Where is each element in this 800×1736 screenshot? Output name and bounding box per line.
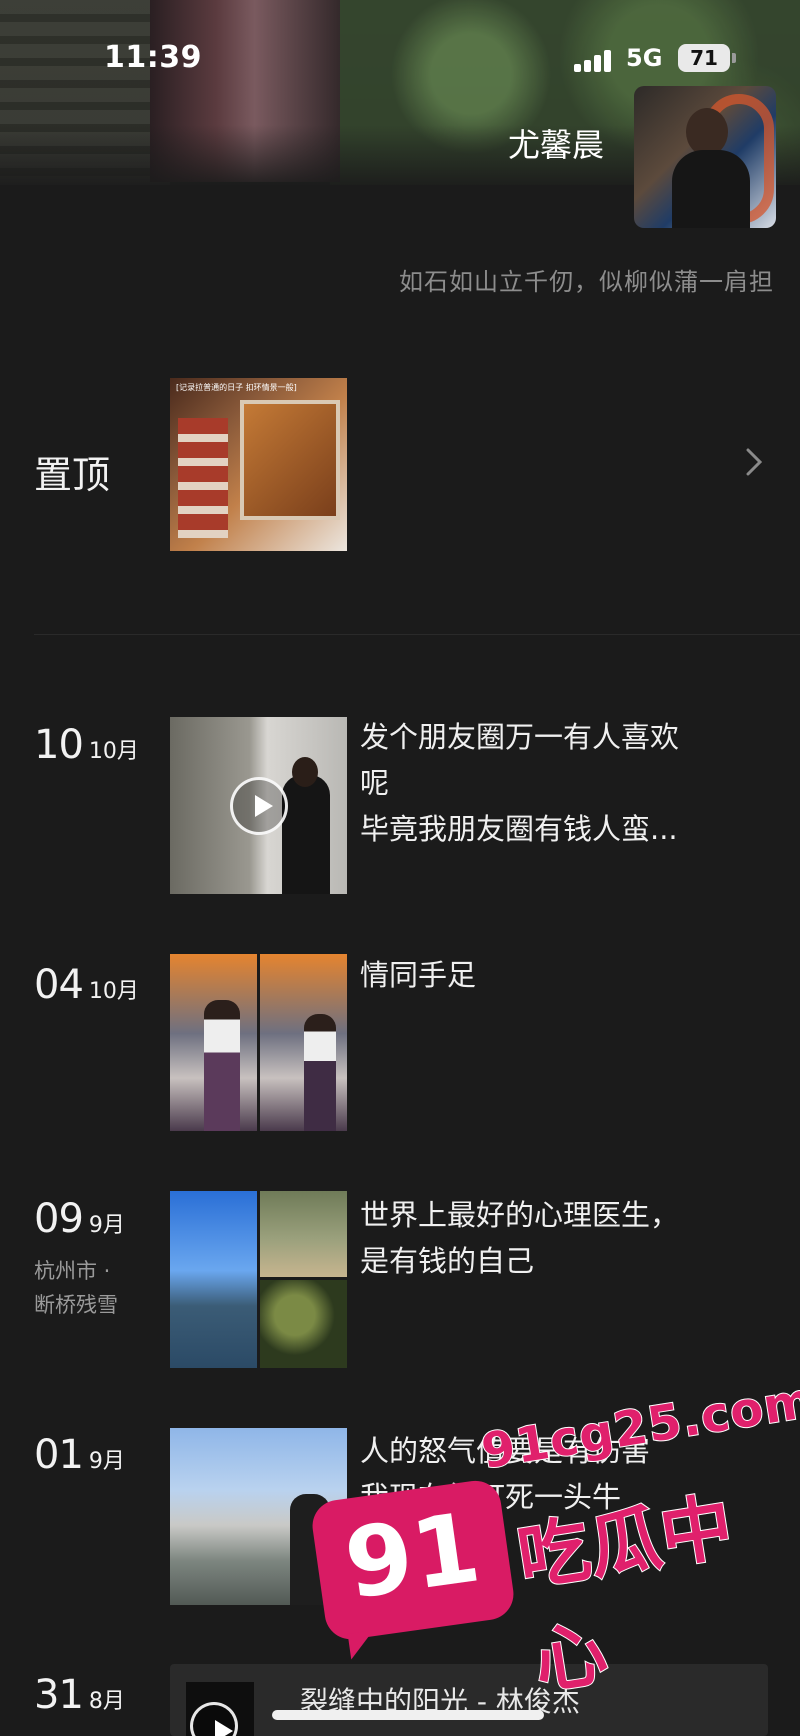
thumb-person xyxy=(304,1014,336,1131)
pinned-thumbnail[interactable]: [记录拉普通的日子 扣环情景一般] xyxy=(170,378,347,551)
post-text[interactable]: 世界上最好的心理医生， 是有钱的自己 xyxy=(360,1192,770,1284)
post-month: 9月 xyxy=(88,1213,125,1238)
battery-tip xyxy=(732,53,736,63)
avatar-head xyxy=(686,108,728,156)
music-cover xyxy=(186,1682,254,1736)
pinned-label: 置顶 xyxy=(34,453,111,497)
post-text[interactable]: 情同手足 xyxy=(360,952,770,998)
post-month: 8月 xyxy=(88,1689,125,1714)
image-thumbnail[interactable] xyxy=(170,1191,257,1368)
post-text-line: 毕竟我朋友圈有钱人蛮... xyxy=(360,812,678,846)
thumb-person xyxy=(282,775,330,894)
play-icon[interactable] xyxy=(230,777,288,835)
post-location[interactable]: 杭州市 · 断桥残雪 xyxy=(34,1254,118,1322)
post-text-line: 是有钱的自己 xyxy=(360,1244,535,1278)
post-day: 01 xyxy=(34,1432,84,1478)
post-location-line: 杭州市 · xyxy=(34,1259,111,1283)
status-bar: 11:39 5G 71 xyxy=(0,40,800,80)
play-icon[interactable] xyxy=(190,1702,238,1736)
thumb-person-head xyxy=(292,757,318,787)
signal-icon xyxy=(574,50,614,72)
thumb-frame xyxy=(240,400,340,520)
post-date: 09 9月 xyxy=(34,1196,125,1242)
watermark-text: 吃瓜中心 xyxy=(511,1483,739,1705)
image-thumbnail[interactable] xyxy=(260,1191,347,1277)
image-thumbnail[interactable] xyxy=(260,1280,347,1368)
image-thumbnail[interactable] xyxy=(260,954,347,1131)
post-text-line: 发个朋友圈万一有人喜欢 xyxy=(360,720,680,754)
post-month: 10月 xyxy=(88,979,139,1004)
post-text-line: 呢 xyxy=(360,766,390,800)
battery-icon: 71 xyxy=(678,44,730,72)
divider xyxy=(34,634,800,635)
post-text-line: 情同手足 xyxy=(360,958,477,992)
image-thumbnail[interactable] xyxy=(170,954,257,1131)
post-text[interactable]: 发个朋友圈万一有人喜欢 呢 毕竟我朋友圈有钱人蛮... xyxy=(360,714,770,852)
post-day: 09 xyxy=(34,1196,84,1242)
post-day: 31 xyxy=(34,1672,84,1718)
watermark-logo-text: 91 xyxy=(338,1491,487,1621)
status-time: 11:39 xyxy=(104,40,202,75)
profile-signature: 如石如山立千仞，似柳似蒲一肩担 xyxy=(399,268,774,296)
avatar[interactable] xyxy=(634,86,776,228)
watermark-logo: 91 xyxy=(309,1477,517,1643)
pinned-thumb-caption: [记录拉普通的日子 扣环情景一般] xyxy=(176,383,297,392)
post-location-line: 断桥残雪 xyxy=(34,1293,118,1317)
post-day: 04 xyxy=(34,962,84,1008)
post-date: 10 10月 xyxy=(34,722,139,768)
post-month: 9月 xyxy=(88,1449,125,1474)
thumb-shelf xyxy=(178,418,228,538)
post-date: 01 9月 xyxy=(34,1432,125,1478)
post-date: 31 8月 xyxy=(34,1672,125,1718)
thumb-person xyxy=(204,1000,240,1131)
post-day: 10 xyxy=(34,722,84,768)
post-month: 10月 xyxy=(88,739,139,764)
avatar-body xyxy=(672,150,750,228)
network-type: 5G xyxy=(626,44,663,72)
post-date: 04 10月 xyxy=(34,962,139,1008)
post-text-line: 世界上最好的心理医生， xyxy=(360,1198,680,1232)
profile-name[interactable]: 尤馨晨 xyxy=(508,120,604,166)
home-indicator[interactable] xyxy=(272,1710,544,1720)
video-thumbnail[interactable] xyxy=(170,717,347,894)
chevron-right-icon[interactable] xyxy=(746,448,762,476)
